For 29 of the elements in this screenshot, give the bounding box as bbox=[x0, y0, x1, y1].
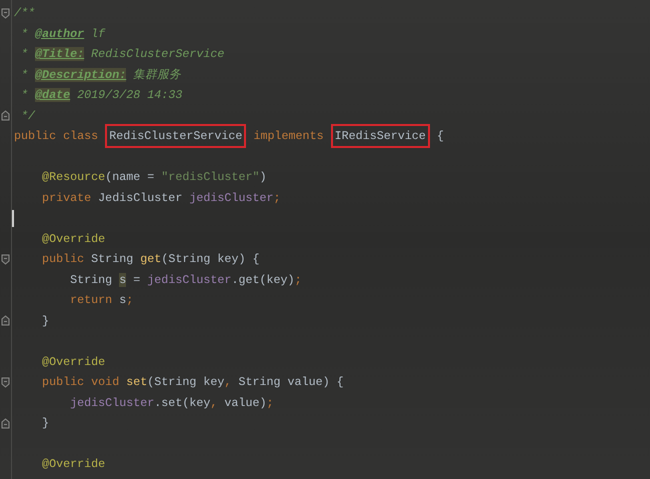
code-line: public void set(String key, String value) { bbox=[41, 374, 344, 391]
code-line: public String get(String key) { bbox=[41, 251, 260, 268]
code-line: @Resource(name = "redisCluster") bbox=[41, 169, 267, 186]
code-line: * @Description: 集群服务 bbox=[20, 66, 182, 84]
code-line: @Override bbox=[41, 354, 106, 370]
code-line: return s; bbox=[69, 292, 134, 309]
outlined-type-name: IRedisService bbox=[330, 124, 430, 148]
code-text: { bbox=[436, 128, 444, 145]
fold-marker-icon[interactable] bbox=[1, 110, 10, 122]
code-line: @Override bbox=[41, 230, 106, 248]
code-line: */ bbox=[20, 108, 36, 124]
code-line: @Override bbox=[41, 456, 106, 473]
fold-marker-icon[interactable] bbox=[1, 376, 10, 388]
code-line: String s = jedisCluster.get(key); bbox=[69, 272, 302, 288]
code-line: private JedisCluster jedisCluster; bbox=[41, 190, 281, 206]
outlined-type-name: RedisClusterService bbox=[105, 124, 246, 148]
code-line: } bbox=[41, 312, 50, 330]
code-text: public class bbox=[14, 128, 100, 145]
fold-marker-icon[interactable] bbox=[1, 8, 10, 19]
fold-marker-icon[interactable] bbox=[1, 254, 10, 265]
code-line: * @Title: RedisClusterService bbox=[20, 46, 224, 63]
code-text: implements bbox=[252, 128, 325, 145]
fold-marker-icon[interactable] bbox=[1, 418, 10, 429]
code-line: * @date 2019/3/28 14:33 bbox=[20, 87, 182, 104]
code-line: } bbox=[41, 415, 50, 432]
code-line: /** bbox=[14, 5, 36, 22]
fold-marker-icon[interactable] bbox=[1, 315, 10, 326]
code-line: jedisCluster.set(key, value); bbox=[69, 394, 274, 412]
code-line: * @author lf bbox=[20, 26, 106, 42]
